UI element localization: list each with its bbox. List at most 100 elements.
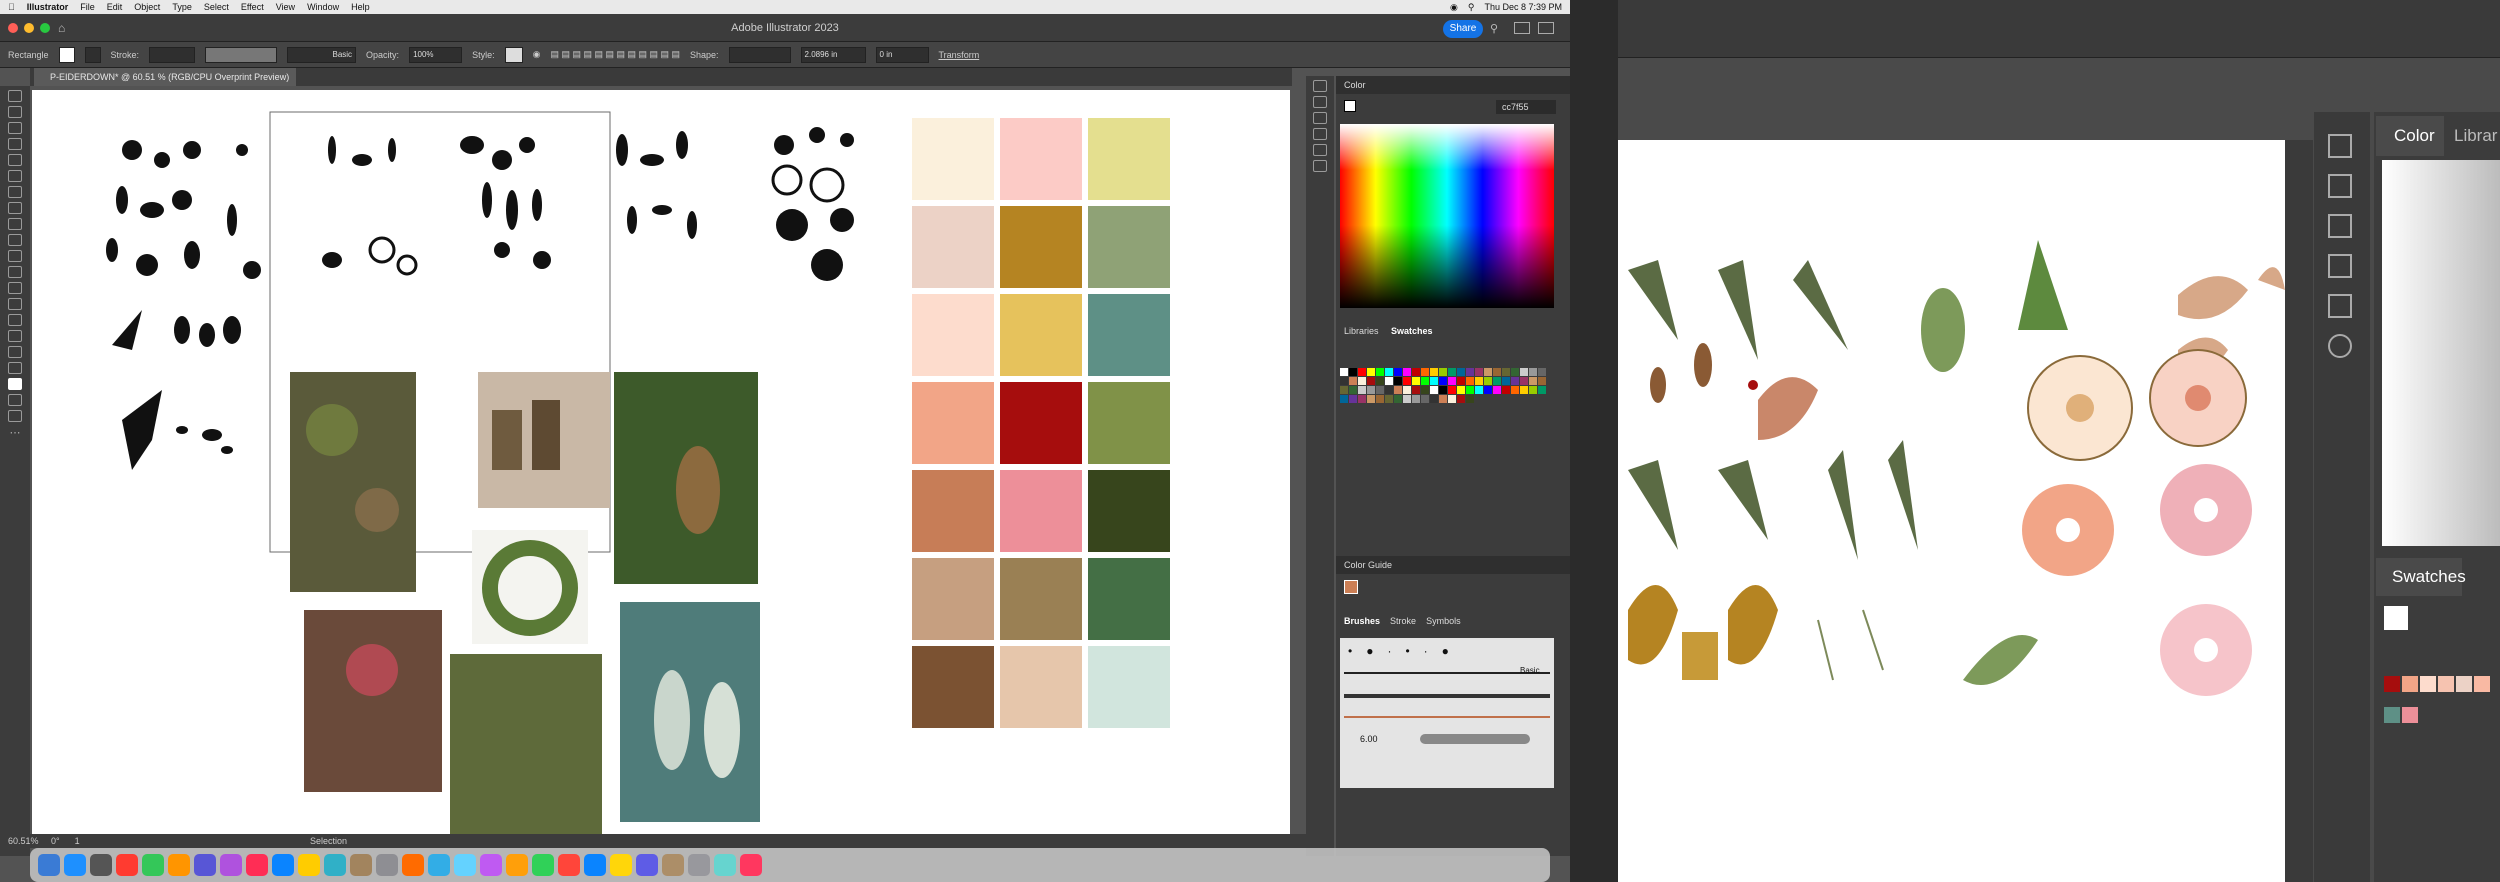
palette-swatch[interactable]: [1088, 382, 1170, 464]
appearance-icon[interactable]: [1313, 160, 1327, 172]
dock-app-icon[interactable]: [168, 854, 190, 876]
menu-effect[interactable]: Effect: [241, 2, 264, 12]
swatch-chip[interactable]: [1493, 377, 1501, 385]
blend-tool-icon[interactable]: [8, 314, 22, 326]
menu-clock[interactable]: Thu Dec 8 7:39 PM: [1484, 2, 1562, 13]
drawing-modes-icon[interactable]: [8, 394, 22, 406]
curvature-tool-icon[interactable]: [8, 154, 22, 166]
type-tool-icon[interactable]: [8, 218, 22, 230]
paintbrush-tool-icon[interactable]: [8, 186, 22, 198]
search-icon[interactable]: ⚲: [1490, 22, 1502, 35]
mustard-house[interactable]: [1682, 632, 1718, 680]
tab-symbols[interactable]: Symbols: [1426, 616, 1461, 626]
menu-file[interactable]: File: [80, 2, 95, 12]
swatch-chip[interactable]: [1520, 368, 1528, 376]
swatch-chip[interactable]: [1376, 395, 1384, 403]
palette-swatch[interactable]: [1088, 646, 1170, 728]
stroke-swatch[interactable]: [84, 46, 101, 63]
palette-swatch[interactable]: [1088, 294, 1170, 376]
tab-swatches[interactable]: Swatches: [1391, 326, 1433, 336]
zoomed-color-ramp[interactable]: [2382, 160, 2500, 546]
zoomed-swatch-chip[interactable]: [2456, 676, 2472, 692]
swatch-chip[interactable]: [1430, 395, 1438, 403]
dock-app-icon[interactable]: [714, 854, 736, 876]
tab-libraries[interactable]: Libraries: [1344, 326, 1379, 336]
shape-width-input[interactable]: 2.0896 in: [800, 46, 866, 63]
swatch-chip[interactable]: [1484, 368, 1492, 376]
layers-icon[interactable]: [2328, 254, 2352, 278]
menu-view[interactable]: View: [276, 2, 295, 12]
apple-icon[interactable]: : [8, 2, 15, 12]
dock-app-icon[interactable]: [350, 854, 372, 876]
pen-tool-icon[interactable]: [8, 138, 22, 150]
swatch-chip[interactable]: [1412, 395, 1420, 403]
photo-planters[interactable]: [450, 654, 602, 834]
swatch-chip[interactable]: [1493, 368, 1501, 376]
dock-app-icon[interactable]: [480, 854, 502, 876]
dock-app-icon[interactable]: [220, 854, 242, 876]
arrange-documents-icon[interactable]: [1514, 22, 1530, 34]
share-button[interactable]: Share: [1443, 20, 1483, 38]
swatch-chip[interactable]: [1340, 377, 1348, 385]
dock-app-icon[interactable]: [740, 854, 762, 876]
swatch-chip[interactable]: [1520, 386, 1528, 394]
dock-app-icon[interactable]: [272, 854, 294, 876]
export-icon[interactable]: [2328, 174, 2352, 198]
swatch-chip[interactable]: [1466, 395, 1474, 403]
mustard-sprig-right[interactable]: [1728, 585, 1778, 665]
align-icons[interactable]: ▤ ▤ ▤ ▤ ▤ ▤ ▤ ▤ ▤ ▤ ▤ ▤: [550, 49, 680, 60]
swatch-chip[interactable]: [1538, 377, 1546, 385]
swatch-chip[interactable]: [1340, 368, 1348, 376]
dock-app-icon[interactable]: [584, 854, 606, 876]
screen-mode-icon[interactable]: [8, 410, 22, 422]
photo-wreath-wall[interactable]: [290, 372, 416, 592]
swatch-chip[interactable]: [1412, 368, 1420, 376]
swatch-chip[interactable]: [1394, 386, 1402, 394]
menu-object[interactable]: Object: [134, 2, 160, 12]
palette-swatch[interactable]: [1000, 382, 1082, 464]
swatch-chip[interactable]: [1376, 377, 1384, 385]
swatch-chip[interactable]: [1349, 386, 1357, 394]
menu-window[interactable]: Window: [307, 2, 339, 12]
palette-swatch[interactable]: [1088, 558, 1170, 640]
swatch-chip[interactable]: [1448, 395, 1456, 403]
palette-swatch[interactable]: [912, 206, 994, 288]
align-panel-icon[interactable]: [2328, 134, 2352, 158]
stroke-weight-input[interactable]: [149, 46, 196, 63]
swatch-chip[interactable]: [1475, 386, 1483, 394]
swatch-chip[interactable]: [1502, 368, 1510, 376]
swatch-chip[interactable]: [1421, 368, 1429, 376]
dock-app-icon[interactable]: [116, 854, 138, 876]
rotate-tool-icon[interactable]: [8, 234, 22, 246]
swatch-chip[interactable]: [1403, 377, 1411, 385]
rotation-value[interactable]: 0°: [51, 836, 60, 846]
zoomed-swatch-chip[interactable]: [2402, 676, 2418, 692]
dock-app-icon[interactable]: [90, 854, 112, 876]
palette-swatch[interactable]: [1000, 470, 1082, 552]
zoomed-swatch-chip[interactable]: [2474, 676, 2490, 692]
dock-app-icon[interactable]: [298, 854, 320, 876]
swatch-chip[interactable]: [1403, 395, 1411, 403]
palette-swatch[interactable]: [1000, 118, 1082, 200]
swatch-chip[interactable]: [1358, 368, 1366, 376]
tab-stroke[interactable]: Stroke: [1390, 616, 1416, 626]
fill-indicator[interactable]: [1344, 100, 1356, 112]
tab-brushes[interactable]: Brushes: [1344, 616, 1380, 626]
swatch-chip[interactable]: [1385, 386, 1393, 394]
swatch-chip[interactable]: [1457, 368, 1465, 376]
swatch-chip[interactable]: [1349, 368, 1357, 376]
workspace-switcher-icon[interactable]: [1538, 22, 1554, 34]
swatch-chip[interactable]: [1421, 386, 1429, 394]
dock-app-icon[interactable]: [558, 854, 580, 876]
opacity-input[interactable]: 100%: [409, 46, 463, 63]
dock-app-icon[interactable]: [324, 854, 346, 876]
swatch-chip[interactable]: [1502, 377, 1510, 385]
palette-swatch[interactable]: [1088, 206, 1170, 288]
swatch-chip[interactable]: [1511, 386, 1519, 394]
green-leaf-sprig[interactable]: [1963, 635, 2038, 685]
dock-app-icon[interactable]: [194, 854, 216, 876]
swatch-chip[interactable]: [1421, 377, 1429, 385]
direct-selection-tool-icon[interactable]: [8, 106, 22, 118]
dock-app-icon[interactable]: [64, 854, 86, 876]
swatch-chip[interactable]: [1448, 368, 1456, 376]
